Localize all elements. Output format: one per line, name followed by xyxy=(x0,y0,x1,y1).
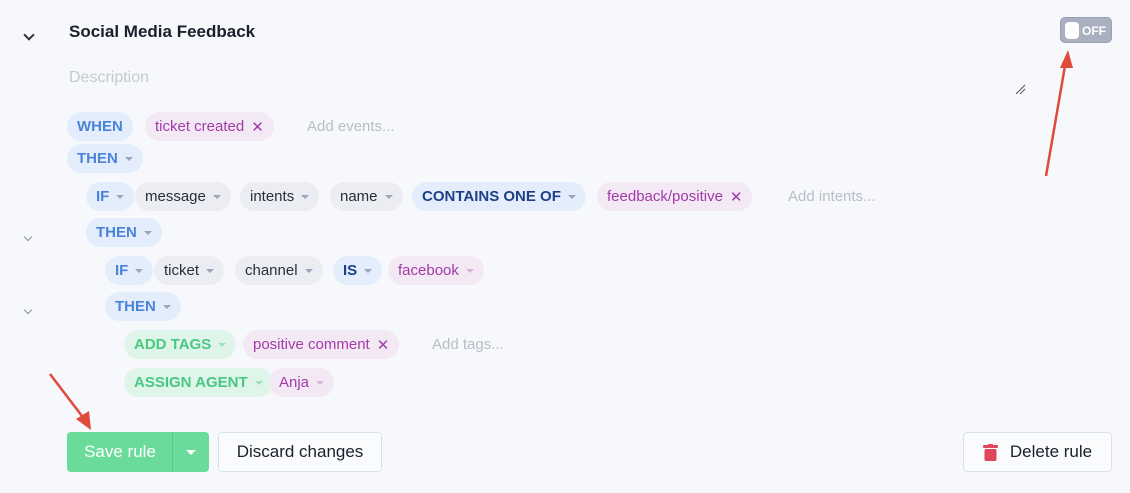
field-dropdown-name[interactable]: name xyxy=(330,182,403,211)
trash-icon xyxy=(982,443,998,461)
add-tags-input[interactable]: Add tags... xyxy=(432,336,504,353)
field-label: channel xyxy=(245,262,298,279)
action-dropdown-assign-agent[interactable]: ASSIGN AGENT xyxy=(124,368,273,397)
event-tag[interactable]: ticket created ✕ xyxy=(145,112,274,141)
add-events-input[interactable]: Add events... xyxy=(307,118,395,135)
field-label: message xyxy=(145,188,206,205)
collapse-branch-chevron-icon[interactable] xyxy=(23,227,33,245)
description-input[interactable]: Description xyxy=(69,69,149,87)
chevron-down-icon xyxy=(364,268,373,273)
channel-value-label: facebook xyxy=(398,262,459,279)
chevron-down-icon xyxy=(304,268,313,273)
if-label: IF xyxy=(115,262,129,279)
agent-label: Anja xyxy=(279,374,310,391)
chevron-down-icon xyxy=(567,194,576,199)
chevron-down-icon xyxy=(301,194,310,199)
when-keyword: WHEN xyxy=(67,112,133,141)
if-label: IF xyxy=(96,188,110,205)
channel-value-dropdown[interactable]: facebook xyxy=(388,256,484,285)
add-intents-input[interactable]: Add intents... xyxy=(788,188,876,205)
action-dropdown-add-tags[interactable]: ADD TAGS xyxy=(124,330,237,359)
chevron-down-icon xyxy=(162,304,171,309)
if-keyword-dropdown[interactable]: IF xyxy=(105,256,154,285)
collapse-branch-chevron-icon[interactable] xyxy=(23,300,33,318)
chevron-down-icon xyxy=(186,449,196,455)
operator-dropdown[interactable]: IS xyxy=(333,256,383,285)
field-label: name xyxy=(340,188,378,205)
field-dropdown-ticket[interactable]: ticket xyxy=(154,256,225,285)
chevron-down-icon xyxy=(316,380,325,385)
chevron-down-icon xyxy=(206,268,215,273)
chevron-down-icon xyxy=(254,380,263,385)
chevron-down-icon xyxy=(116,194,125,199)
event-tag-label: ticket created xyxy=(155,118,245,135)
if-keyword-dropdown[interactable]: IF xyxy=(86,182,135,211)
chevron-down-icon xyxy=(135,268,144,273)
delete-rule-label: Delete rule xyxy=(1009,442,1093,461)
when-label: WHEN xyxy=(77,118,123,135)
remove-tag-icon[interactable]: ✕ xyxy=(377,336,390,354)
discard-changes-button[interactable]: Discard changes xyxy=(218,432,382,472)
field-label: intents xyxy=(250,188,295,205)
intent-value-tag[interactable]: feedback/positive ✕ xyxy=(597,182,753,211)
toggle-label: OFF xyxy=(1082,24,1106,38)
rule-title[interactable]: Social Media Feedback xyxy=(69,22,255,42)
chevron-down-icon xyxy=(218,342,227,347)
agent-dropdown[interactable]: Anja xyxy=(269,368,335,397)
annotation-arrow-toggle xyxy=(1044,50,1073,177)
chevron-down-icon xyxy=(143,230,152,235)
field-dropdown-channel[interactable]: channel xyxy=(235,256,323,285)
tag-value-label: positive comment xyxy=(253,336,370,353)
field-label: ticket xyxy=(164,262,200,279)
operator-dropdown[interactable]: CONTAINS ONE OF xyxy=(412,182,586,211)
then-keyword-dropdown[interactable]: THEN xyxy=(105,292,181,321)
action-label: ADD TAGS xyxy=(134,336,212,353)
operator-label: IS xyxy=(343,262,358,279)
then-label: THEN xyxy=(96,224,137,241)
remove-intent-icon[interactable]: ✕ xyxy=(730,188,743,206)
annotation-arrow-save xyxy=(49,373,91,430)
intent-value-label: feedback/positive xyxy=(607,188,723,205)
field-dropdown-intents[interactable]: intents xyxy=(240,182,320,211)
toggle-knob xyxy=(1065,22,1079,39)
chevron-down-icon xyxy=(212,194,221,199)
rule-enabled-toggle[interactable]: OFF xyxy=(1060,17,1112,43)
delete-rule-button[interactable]: Delete rule xyxy=(963,432,1112,472)
field-dropdown-message[interactable]: message xyxy=(135,182,231,211)
save-options-dropdown[interactable] xyxy=(172,432,209,472)
action-label: ASSIGN AGENT xyxy=(134,374,248,391)
then-keyword-dropdown[interactable]: THEN xyxy=(67,144,143,173)
then-label: THEN xyxy=(77,150,118,167)
operator-label: CONTAINS ONE OF xyxy=(422,188,561,205)
collapse-chevron-icon[interactable] xyxy=(23,26,35,44)
remove-event-icon[interactable]: ✕ xyxy=(251,118,264,136)
chevron-down-icon xyxy=(465,268,474,273)
then-label: THEN xyxy=(115,298,156,315)
then-keyword-dropdown[interactable]: THEN xyxy=(86,218,162,247)
chevron-down-icon xyxy=(124,156,133,161)
chevron-down-icon xyxy=(384,194,393,199)
resize-handle-icon[interactable] xyxy=(1014,83,1026,95)
save-rule-button[interactable]: Save rule xyxy=(67,432,173,472)
tag-value[interactable]: positive comment ✕ xyxy=(243,330,400,359)
